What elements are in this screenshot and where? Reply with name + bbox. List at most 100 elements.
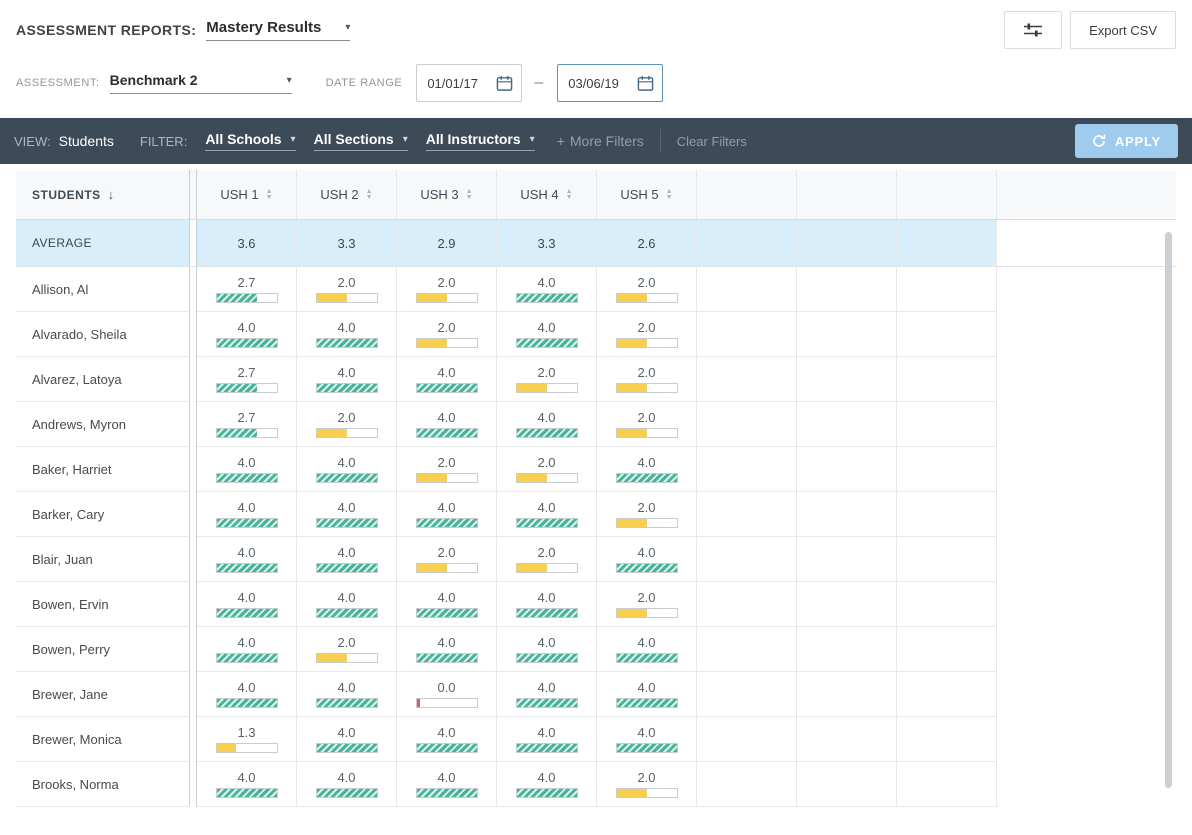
score-bar-fill — [617, 789, 647, 797]
average-value: 3.6 — [237, 236, 255, 251]
date-to-input[interactable]: 03/06/19 — [557, 64, 663, 102]
score-bar — [216, 743, 278, 753]
column-header[interactable]: USH 5▲▼ — [597, 170, 697, 219]
score-bar — [516, 698, 578, 708]
score-value: 2.0 — [537, 545, 555, 560]
student-name-cell[interactable]: Bowen, Perry — [16, 627, 190, 672]
frozen-column-divider — [190, 627, 197, 672]
score-bar — [216, 338, 278, 348]
score-bar-fill — [517, 429, 577, 437]
score-value: 4.0 — [637, 545, 655, 560]
settings-button[interactable] — [1004, 11, 1062, 49]
column-header[interactable]: USH 3▲▼ — [397, 170, 497, 219]
average-empty-cell — [797, 220, 897, 266]
score-cell: 2.0 — [597, 267, 697, 312]
score-cell: 4.0 — [497, 492, 597, 537]
score-cell: 4.0 — [597, 717, 697, 762]
score-bar-fill — [417, 429, 477, 437]
report-type-dropdown[interactable]: Mastery Results ▾ — [206, 19, 350, 41]
empty-cell — [697, 312, 797, 357]
score-value: 4.0 — [637, 635, 655, 650]
empty-cell — [697, 762, 797, 807]
score-cell: 4.0 — [497, 717, 597, 762]
score-value: 4.0 — [337, 320, 355, 335]
student-name-cell[interactable]: Blair, Juan — [16, 537, 190, 582]
empty-cell — [897, 537, 997, 582]
score-bar-fill — [317, 609, 377, 617]
student-name-cell[interactable]: Barker, Cary — [16, 492, 190, 537]
sort-toggle-icon: ▲▼ — [566, 189, 573, 201]
top-bar: ASSESSMENT REPORTS: Mastery Results ▾ Ex… — [0, 0, 1192, 58]
instructors-filter-dropdown[interactable]: All Instructors ▾ — [426, 131, 535, 151]
student-name-cell[interactable]: Brewer, Monica — [16, 717, 190, 762]
score-bar — [616, 428, 678, 438]
student-name-cell[interactable]: Brewer, Jane — [16, 672, 190, 717]
sections-filter-dropdown[interactable]: All Sections ▾ — [314, 131, 408, 151]
score-bar-fill — [317, 384, 377, 392]
sort-desc-arrow: ▼ — [466, 195, 473, 201]
table-row: Barker, Cary4.04.04.04.02.0 — [16, 492, 1176, 537]
score-bar-fill — [617, 474, 677, 482]
date-from-input[interactable]: 01/01/17 — [416, 64, 522, 102]
clear-filters-button[interactable]: Clear Filters — [677, 134, 747, 149]
average-value-cell: 2.9 — [397, 220, 497, 266]
schools-filter-value: All Schools — [205, 131, 281, 147]
vertical-scrollbar[interactable] — [1165, 232, 1172, 788]
score-value: 4.0 — [237, 680, 255, 695]
schools-filter-dropdown[interactable]: All Schools ▾ — [205, 131, 295, 151]
score-bar-fill — [517, 519, 577, 527]
empty-cell — [797, 582, 897, 627]
column-header[interactable]: USH 1▲▼ — [197, 170, 297, 219]
score-value: 2.7 — [237, 365, 255, 380]
student-name-cell[interactable]: Baker, Harriet — [16, 447, 190, 492]
column-header[interactable]: USH 4▲▼ — [497, 170, 597, 219]
score-bar-fill — [517, 744, 577, 752]
score-bar — [216, 653, 278, 663]
student-name-cell[interactable]: Alvarez, Latoya — [16, 357, 190, 402]
empty-cell — [897, 492, 997, 537]
score-value: 4.0 — [337, 500, 355, 515]
average-filler — [997, 220, 1176, 266]
view-students-toggle[interactable]: Students — [59, 133, 114, 149]
assessment-dropdown[interactable]: Benchmark 2 ▾ — [110, 72, 292, 94]
score-value: 4.0 — [637, 455, 655, 470]
column-header[interactable]: USH 2▲▼ — [297, 170, 397, 219]
score-bar-fill — [617, 339, 647, 347]
score-value: 2.7 — [237, 410, 255, 425]
export-csv-button[interactable]: Export CSV — [1070, 11, 1176, 49]
score-value: 4.0 — [437, 725, 455, 740]
score-bar — [616, 788, 678, 798]
student-name-cell[interactable]: Brooks, Norma — [16, 762, 190, 807]
score-value: 4.0 — [537, 635, 555, 650]
score-bar — [216, 473, 278, 483]
score-bar-fill — [417, 699, 421, 707]
score-bar — [516, 383, 578, 393]
table-row: Brewer, Monica1.34.04.04.04.0 — [16, 717, 1176, 762]
students-column-header[interactable]: STUDENTS ↓ — [16, 170, 190, 219]
score-bar — [616, 518, 678, 528]
score-bar — [216, 698, 278, 708]
score-bar-fill — [217, 294, 258, 302]
apply-button[interactable]: APPLY — [1075, 124, 1178, 158]
frozen-column-divider — [190, 170, 197, 219]
student-name-cell[interactable]: Alvarado, Sheila — [16, 312, 190, 357]
score-bar-fill — [317, 429, 347, 437]
student-name-cell[interactable]: Bowen, Ervin — [16, 582, 190, 627]
row-filler — [997, 267, 1176, 312]
score-cell: 4.0 — [497, 582, 597, 627]
more-filters-button[interactable]: + More Filters — [557, 133, 644, 149]
student-name-cell[interactable]: Andrews, Myron — [16, 402, 190, 447]
student-name-cell[interactable]: Allison, Al — [16, 267, 190, 312]
score-value: 4.0 — [437, 500, 455, 515]
empty-cell — [897, 582, 997, 627]
score-bar-fill — [617, 294, 647, 302]
frozen-column-divider — [190, 447, 197, 492]
empty-cell — [797, 717, 897, 762]
score-value: 4.0 — [237, 545, 255, 560]
empty-cell — [697, 537, 797, 582]
score-bar — [416, 788, 478, 798]
score-bar — [516, 608, 578, 618]
average-row-label: AVERAGE — [16, 220, 190, 266]
assessment-label: ASSESSMENT: — [16, 77, 100, 89]
score-cell: 2.0 — [297, 627, 397, 672]
